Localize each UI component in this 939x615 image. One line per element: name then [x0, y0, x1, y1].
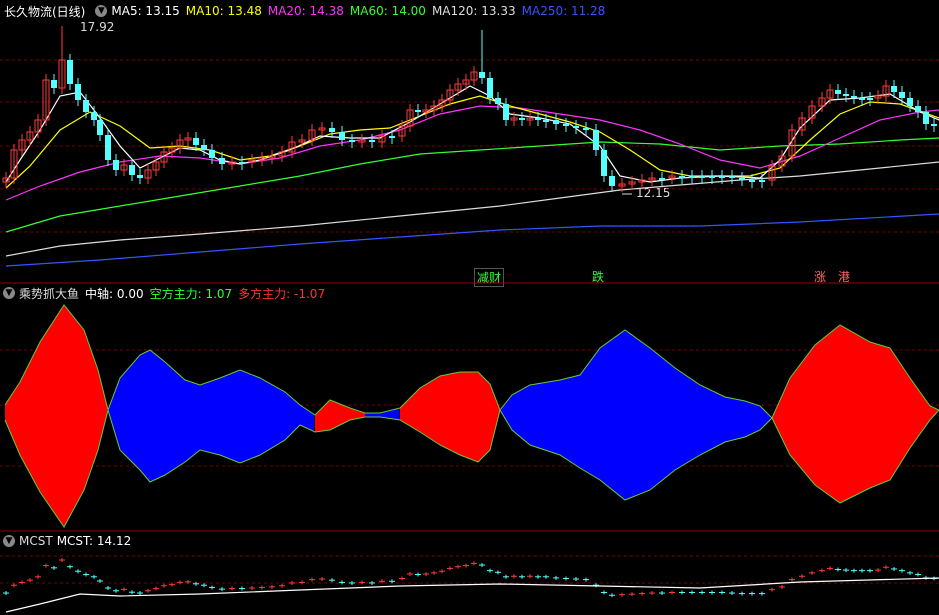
candle-body — [679, 176, 685, 178]
candle-body — [193, 138, 199, 145]
candle-body — [915, 106, 921, 112]
candle-body — [339, 132, 345, 140]
candle-body — [349, 140, 355, 142]
candle-body — [67, 60, 73, 84]
candle-body — [729, 176, 735, 178]
candle-body — [689, 176, 695, 178]
candle-body — [749, 180, 755, 182]
candle-body — [867, 98, 873, 100]
bear-area — [108, 350, 314, 482]
candle-body — [415, 110, 421, 112]
bull-area — [772, 325, 938, 503]
candle-body — [519, 118, 525, 120]
candle-body — [609, 176, 615, 186]
candle-body — [659, 178, 665, 180]
candle-body — [97, 120, 103, 135]
candle-body — [479, 72, 485, 78]
candle-body — [601, 150, 607, 176]
candle-body — [75, 84, 81, 100]
candle-body — [201, 145, 207, 150]
ma250-line — [5, 213, 939, 267]
ma120-line — [5, 161, 939, 257]
candle-body — [487, 78, 493, 98]
candle-body — [553, 120, 559, 124]
candle-body — [709, 176, 715, 178]
candle-body — [503, 104, 509, 120]
ma5-line — [5, 85, 939, 183]
candle-body — [137, 175, 143, 178]
candle-body — [535, 118, 541, 120]
ma10-line — [5, 95, 939, 189]
candle-body — [583, 128, 589, 130]
candle-body — [907, 98, 913, 106]
candle-body — [851, 96, 857, 98]
ma60-line — [5, 137, 939, 233]
candle-body — [51, 80, 57, 88]
bull-area — [400, 372, 500, 462]
bull-area — [5, 306, 107, 526]
candle-body — [931, 124, 937, 126]
candle-body — [219, 158, 225, 164]
candle-body — [83, 100, 89, 112]
bear-area — [500, 330, 772, 500]
candle-body — [239, 162, 245, 164]
candle-body — [329, 128, 335, 132]
candle-body — [739, 178, 745, 180]
candle-body — [209, 150, 215, 158]
candle-body — [573, 126, 579, 128]
candle-body — [129, 165, 135, 175]
candle-body — [113, 160, 119, 170]
bull-area — [315, 400, 365, 432]
candle-body — [495, 98, 501, 104]
chart-canvas[interactable] — [0, 0, 939, 615]
candle-body — [923, 112, 929, 124]
candle-body — [563, 124, 569, 126]
candle-body — [389, 136, 395, 138]
candle-body — [91, 112, 97, 120]
candle-body — [835, 90, 841, 94]
candle-body — [699, 176, 705, 178]
candle-body — [859, 98, 865, 100]
candle-body — [891, 86, 897, 92]
candle-body — [369, 140, 375, 142]
candle-body — [543, 120, 549, 122]
candle-body — [105, 135, 111, 160]
candle-body — [899, 92, 905, 98]
candle-body — [593, 130, 599, 150]
candle-body — [759, 180, 765, 182]
candle-body — [843, 94, 849, 96]
candle-body — [719, 176, 725, 178]
